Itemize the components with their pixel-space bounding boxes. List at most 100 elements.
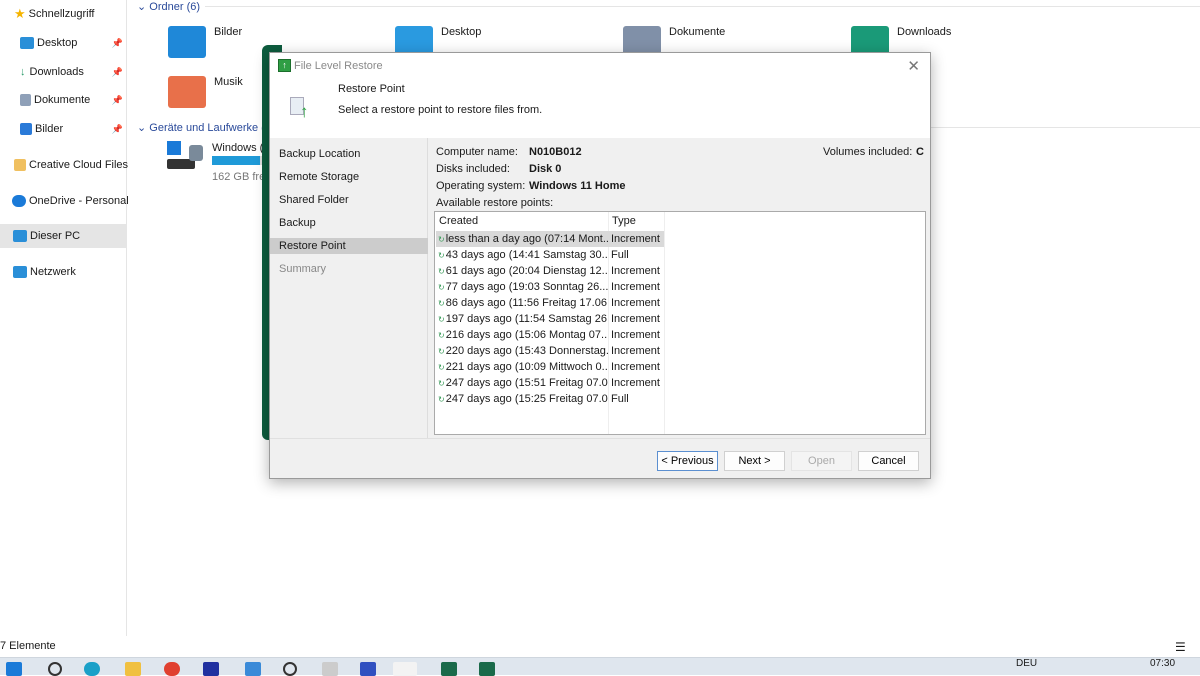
volumes-value: C <box>916 146 924 158</box>
pin-icon: 📌 <box>111 123 123 134</box>
sidebar-item-dokumente[interactable]: Dokumente 📌 <box>20 88 127 112</box>
folder-label: Musik <box>214 76 243 88</box>
details-view-icon[interactable]: ☰ <box>1175 640 1186 654</box>
sidebar-item-netzwerk[interactable]: Netzwerk <box>13 260 76 284</box>
sidebar-label: Downloads <box>29 66 84 78</box>
dialog-title: File Level Restore <box>294 59 383 72</box>
step-backup-location[interactable]: Backup Location <box>270 146 428 162</box>
created-cell: ↻77 days ago (19:03 Sonntag 26.... <box>438 279 608 296</box>
created-text: 61 days ago (20:04 Dienstag 12.... <box>445 265 608 277</box>
pictures-folder-icon <box>168 26 206 58</box>
active-app-icon[interactable] <box>393 662 417 676</box>
step-backup[interactable]: Backup <box>270 215 428 231</box>
sidebar-label: Desktop <box>37 37 78 49</box>
created-text: 216 days ago (15:06 Montag 07.... <box>445 329 608 341</box>
computer-name-value: N010B012 <box>529 146 582 158</box>
os-label: Operating system: <box>436 180 526 192</box>
restore-point-row[interactable]: ↻less than a day ago (07:14 Mont... Incre… <box>436 231 664 247</box>
app-icon[interactable] <box>441 662 457 676</box>
sidebar-label: Bilder <box>35 123 64 135</box>
column-header-created[interactable]: Created <box>435 212 478 231</box>
os-value: Windows 11 Home <box>529 180 626 192</box>
created-text: 247 days ago (15:25 Freitag 07.0... <box>445 393 608 405</box>
restore-point-row[interactable]: ↻61 days ago (20:04 Dienstag 12.... Incre… <box>436 263 664 279</box>
sidebar-item-bilder[interactable]: Bilder 📌 <box>20 117 127 141</box>
app-icon[interactable] <box>479 662 495 676</box>
sidebar-item-creative-cloud[interactable]: Creative Cloud Files <box>14 153 128 177</box>
drive-windows[interactable] <box>167 141 207 175</box>
search-icon[interactable] <box>48 662 62 676</box>
restore-point-row[interactable]: ↻86 days ago (11:56 Freitag 17.06... Incr… <box>436 295 664 311</box>
created-cell: ↻220 days ago (15:43 Donnerstag... <box>438 343 608 360</box>
type-cell: Increment <box>611 233 660 245</box>
sidebar-item-desktop[interactable]: Desktop 📌 <box>20 31 127 55</box>
status-item-count: 7 Elemente <box>0 640 56 652</box>
computer-icon <box>13 230 27 242</box>
drive-usage-fill <box>212 156 260 165</box>
type-cell: Full <box>611 249 629 261</box>
close-icon[interactable]: ✕ <box>907 57 920 75</box>
folder-musik[interactable]: Musik <box>168 76 243 108</box>
created-text: 197 days ago (11:54 Samstag 26... <box>445 313 608 325</box>
volumes-label: Volumes included: <box>823 146 913 158</box>
next-button[interactable]: Next > <box>724 451 785 471</box>
windows-logo-icon <box>167 141 181 155</box>
sidebar-item-schnellzugriff[interactable]: ★ Schnellzugriff <box>14 2 95 26</box>
restore-point-row[interactable]: ↻247 days ago (15:25 Freitag 07.0... Full <box>436 391 664 407</box>
folders-section-header[interactable]: ⌄ Ordner (6) <box>137 0 200 13</box>
app-icon[interactable] <box>203 662 219 676</box>
lock-icon <box>189 145 203 161</box>
column-header-type[interactable]: Type <box>608 212 636 231</box>
disks-value: Disk 0 <box>529 163 562 175</box>
drives-section-header[interactable]: ⌄ Geräte und Laufwerke ( <box>137 121 265 134</box>
file-explorer-icon[interactable] <box>125 662 141 676</box>
step-remote-storage[interactable]: Remote Storage <box>270 169 428 185</box>
chrome-icon[interactable] <box>164 662 180 676</box>
sidebar-label: OneDrive - Personal <box>29 195 129 207</box>
type-cell: Increment <box>611 361 660 373</box>
restore-point-icon: ↻ <box>438 315 445 324</box>
restore-point-row[interactable]: ↻220 days ago (15:43 Donnerstag... Increm… <box>436 343 664 359</box>
app-icon[interactable] <box>245 662 261 676</box>
folder-bilder[interactable]: Bilder <box>168 26 242 58</box>
created-cell: ↻247 days ago (15:25 Freitag 07.0... <box>438 391 608 408</box>
type-cell: Increment <box>611 313 660 325</box>
created-cell: ↻247 days ago (15:51 Freitag 07.0... <box>438 375 608 392</box>
type-cell: Increment <box>611 345 660 357</box>
sidebar-item-dieser-pc[interactable]: Dieser PC <box>0 224 126 248</box>
restore-point-row[interactable]: ↻43 days ago (14:41 Samstag 30.... Full <box>436 247 664 263</box>
app-icon[interactable] <box>360 662 376 676</box>
created-text: 43 days ago (14:41 Samstag 30.... <box>445 249 608 261</box>
restore-point-icon: ↻ <box>438 347 445 356</box>
start-icon[interactable] <box>6 662 22 676</box>
restore-point-icon: ↻ <box>438 235 445 244</box>
restore-point-row[interactable]: ↻247 days ago (15:51 Freitag 07.0... Incr… <box>436 375 664 391</box>
divider <box>205 6 1200 7</box>
cloud-icon <box>12 195 26 207</box>
restore-points-list[interactable]: Created Type ↻less than a day ago (07:14… <box>434 211 926 435</box>
language-indicator[interactable]: DEU <box>1016 658 1037 669</box>
taskbar: DEU 07:30 <box>0 657 1200 676</box>
restore-point-row[interactable]: ↻221 days ago (10:09 Mittwoch 0... Increm… <box>436 359 664 375</box>
restore-point-icon: ↻ <box>438 299 445 308</box>
restore-point-row[interactable]: ↻77 days ago (19:03 Sonntag 26.... Increm… <box>436 279 664 295</box>
app-icon[interactable] <box>283 662 297 676</box>
section-label: Ordner (6) <box>149 1 201 13</box>
creative-cloud-folder-icon <box>14 159 26 171</box>
restore-point-icon: ↑ <box>288 95 314 121</box>
app-icon[interactable] <box>322 662 338 676</box>
restore-point-row[interactable]: ↻216 days ago (15:06 Montag 07.... Increm… <box>436 327 664 343</box>
step-shared-folder[interactable]: Shared Folder <box>270 192 428 208</box>
cancel-button[interactable]: Cancel <box>858 451 919 471</box>
restore-point-row[interactable]: ↻197 days ago (11:54 Samstag 26... Increm… <box>436 311 664 327</box>
type-cell: Full <box>611 393 629 405</box>
created-text: 220 days ago (15:43 Donnerstag... <box>445 345 608 357</box>
edge-icon[interactable] <box>84 662 100 676</box>
clock[interactable]: 07:30 <box>1150 658 1175 669</box>
previous-button[interactable]: < Previous <box>657 451 718 471</box>
created-text: 247 days ago (15:51 Freitag 07.0... <box>445 377 608 389</box>
step-restore-point[interactable]: Restore Point <box>270 238 428 254</box>
sidebar-item-downloads[interactable]: ↓ Downloads 📌 <box>20 60 127 84</box>
open-button: Open <box>791 451 852 471</box>
sidebar-item-onedrive[interactable]: OneDrive - Personal <box>12 189 129 213</box>
